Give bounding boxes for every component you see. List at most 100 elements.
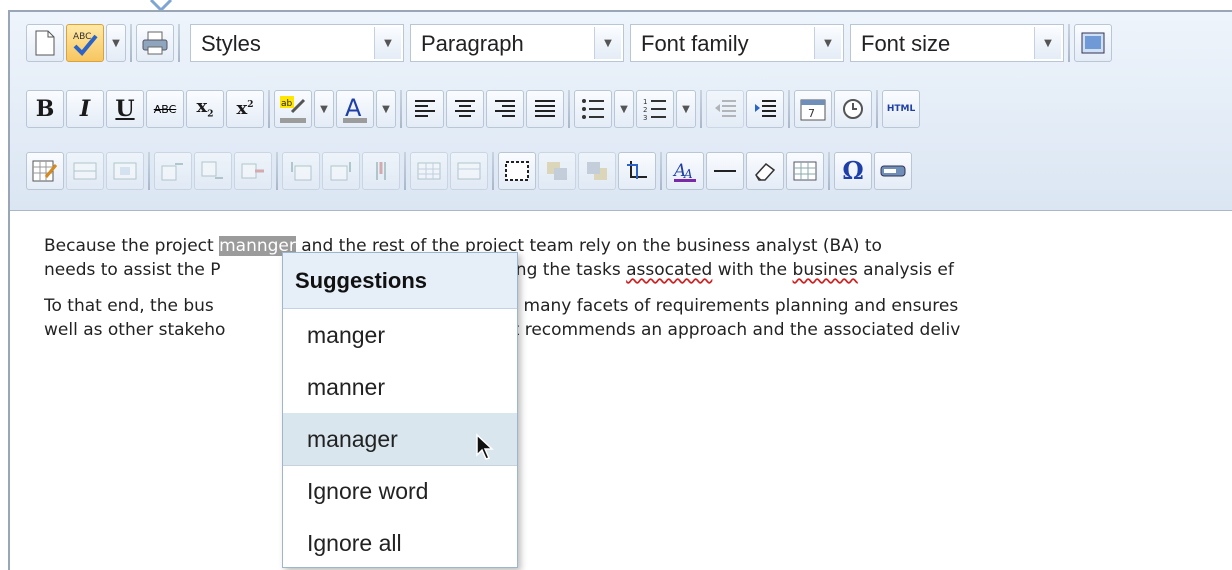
editor-content[interactable]: Because the project mannger and the rest…	[44, 234, 1232, 354]
superscript-button[interactable]: x2	[226, 90, 264, 128]
bullet-list-button[interactable]	[574, 90, 612, 128]
merge-cells-icon	[457, 162, 481, 180]
insert-table-button[interactable]	[786, 152, 824, 190]
input-field-icon	[880, 165, 906, 177]
svg-text:2: 2	[643, 106, 647, 114]
toolbar-row-1: ABC ▼ Styles ▼ Paragraph ▼ Font family ▼…	[16, 18, 1232, 66]
input-field-button[interactable]	[874, 152, 912, 190]
text-color-icon: A	[343, 94, 367, 123]
merge-cells-button[interactable]	[450, 152, 488, 190]
visual-aid-icon	[505, 161, 529, 181]
insert-time-button[interactable]	[834, 90, 872, 128]
row-after-icon	[201, 161, 223, 179]
strikethrough-button[interactable]: ABC	[146, 90, 184, 128]
special-char-button[interactable]: Ω	[834, 152, 872, 190]
visual-aid-button[interactable]	[498, 152, 536, 190]
spellcheck-dropdown[interactable]: ▼	[106, 24, 126, 62]
html-source-button[interactable]: HTML	[882, 90, 920, 128]
misspelled-word[interactable]: assocated	[626, 260, 712, 280]
subscript-icon: x2	[196, 96, 214, 120]
chevron-down-icon: ▼	[814, 27, 841, 59]
split-cells-icon	[417, 162, 441, 180]
delete-col-button[interactable]	[362, 152, 400, 190]
row-before-button[interactable]	[154, 152, 192, 190]
ignore-all-item[interactable]: Ignore all	[283, 517, 517, 569]
font-size-select[interactable]: Font size ▼	[850, 24, 1064, 62]
table-properties-button[interactable]	[26, 152, 64, 190]
toolbar-separator	[276, 152, 278, 190]
underline-icon: U	[115, 96, 135, 122]
calendar-icon: 7	[800, 99, 826, 121]
ignore-word-item[interactable]: Ignore word	[283, 465, 517, 517]
delete-row-button[interactable]	[234, 152, 272, 190]
text-run: To that end, the bus	[44, 296, 214, 316]
align-right-button[interactable]	[486, 90, 524, 128]
highlight-color-button[interactable]: ab	[274, 90, 312, 128]
suggestion-item[interactable]: manner	[283, 361, 517, 413]
fullscreen-icon	[1081, 32, 1105, 54]
row-after-button[interactable]	[194, 152, 232, 190]
toolbar-separator	[130, 24, 132, 62]
suggestion-item[interactable]: manger	[283, 309, 517, 361]
paragraph-2: To that end, the bus lers the many facets…	[44, 294, 1232, 342]
numbered-list-button[interactable]: 123	[636, 90, 674, 128]
cell-properties-button[interactable]	[106, 152, 144, 190]
insert-date-button[interactable]: 7	[794, 90, 832, 128]
absolute-position-button[interactable]	[618, 152, 656, 190]
text-run: analysis ef	[857, 260, 954, 280]
font-family-select[interactable]: Font family ▼	[630, 24, 844, 62]
subscript-button[interactable]: x2	[186, 90, 224, 128]
row-properties-button[interactable]	[66, 152, 104, 190]
table-icon	[793, 161, 817, 181]
toolbar-separator	[148, 152, 150, 190]
underline-button[interactable]: U	[106, 90, 144, 128]
bullet-list-dropdown[interactable]: ▼	[614, 90, 634, 128]
format-select[interactable]: Paragraph ▼	[410, 24, 624, 62]
svg-text:A: A	[683, 167, 693, 181]
col-before-button[interactable]	[282, 152, 320, 190]
horizontal-rule-button[interactable]	[706, 152, 744, 190]
new-document-icon	[35, 30, 55, 56]
row-props-icon	[73, 162, 97, 180]
chevron-down-icon: ▼	[1034, 27, 1061, 59]
text-color-dropdown[interactable]: ▼	[376, 90, 396, 128]
fullscreen-button[interactable]	[1074, 24, 1112, 62]
toolbar-row-3: AA Ω	[16, 146, 1232, 194]
outdent-button[interactable]	[706, 90, 744, 128]
highlight-color-dropdown[interactable]: ▼	[314, 90, 334, 128]
numbered-list-icon: 123	[643, 98, 666, 120]
align-justify-button[interactable]	[526, 90, 564, 128]
misspelled-word[interactable]: busines	[793, 260, 858, 280]
new-document-button[interactable]	[26, 24, 64, 62]
text-run: with the	[712, 260, 793, 280]
numbered-list-dropdown[interactable]: ▼	[676, 90, 696, 128]
print-button[interactable]	[136, 24, 174, 62]
col-after-button[interactable]	[322, 152, 360, 190]
bold-button[interactable]: B	[26, 90, 64, 128]
absolute-position-icon	[627, 161, 647, 179]
chevron-down-icon: ▼	[374, 27, 401, 59]
indent-button[interactable]	[746, 90, 784, 128]
toolbar-separator	[268, 90, 270, 128]
text-run: Because the project	[44, 236, 220, 256]
delete-row-icon	[241, 163, 264, 179]
move-forward-button[interactable]	[538, 152, 576, 190]
toolbar-row-2: B I U ABC x2 x2 ab ▼ A ▼ ▼ 123 ▼ 7 HTML	[16, 84, 1232, 132]
suggestion-item-hovered[interactable]: manager	[283, 413, 517, 465]
styles-select[interactable]: Styles ▼	[190, 24, 404, 62]
eraser-icon	[755, 162, 776, 181]
styleprops-button[interactable]: AA	[666, 152, 704, 190]
spellcheck-button[interactable]: ABC	[66, 24, 104, 62]
split-cells-button[interactable]	[410, 152, 448, 190]
remove-format-button[interactable]	[746, 152, 784, 190]
move-backward-button[interactable]	[578, 152, 616, 190]
suggestions-header: Suggestions	[283, 253, 517, 309]
align-justify-icon	[535, 100, 555, 117]
align-center-button[interactable]	[446, 90, 484, 128]
text-color-button[interactable]: A	[336, 90, 374, 128]
italic-button[interactable]: I	[66, 90, 104, 128]
format-select-label: Paragraph	[421, 31, 524, 56]
svg-text:3: 3	[643, 114, 647, 120]
move-backward-icon	[587, 162, 607, 180]
align-left-button[interactable]	[406, 90, 444, 128]
